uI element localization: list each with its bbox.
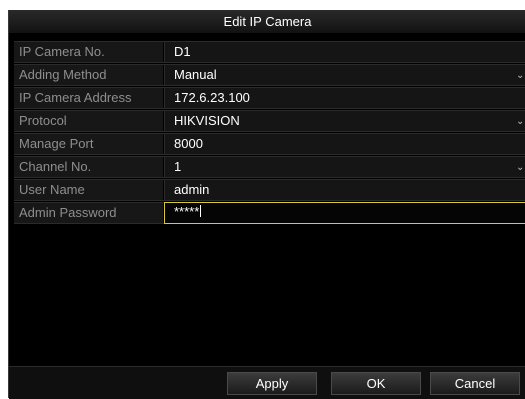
channel-no-value: 1 [174, 159, 182, 174]
apply-button[interactable]: Apply [227, 372, 317, 395]
chevron-down-icon[interactable]: ⌄ [516, 65, 524, 85]
protocol-label: Protocol [14, 111, 163, 131]
password-mask: ***** [174, 204, 200, 219]
ok-button[interactable]: OK [331, 372, 421, 395]
ip-address-input[interactable]: 172.6.23.100 [164, 88, 525, 108]
adding-method-value: Manual [174, 67, 217, 82]
ip-address-label: IP Camera Address [14, 88, 163, 108]
field-row-manage-port: Manage Port 8000 [14, 133, 525, 155]
cancel-button[interactable]: Cancel [430, 372, 520, 395]
camera-no-label: IP Camera No. [14, 42, 163, 62]
adding-method-label: Adding Method [14, 65, 163, 85]
field-row-camera-no: IP Camera No. D1 [14, 41, 525, 63]
field-row-adding-method: Adding Method Manual ⌄ [14, 64, 525, 86]
field-row-user-name: User Name admin [14, 179, 525, 201]
adding-method-select[interactable]: Manual ⌄ [164, 65, 525, 85]
field-row-channel-no: Channel No. 1 ⌄ [14, 156, 525, 178]
dialog-title: Edit IP Camera [9, 10, 525, 33]
camera-no-value: D1 [164, 42, 525, 62]
admin-password-input[interactable]: ***** [164, 202, 525, 224]
edit-ip-camera-dialog: Edit IP Camera IP Camera No. D1 Adding M… [8, 10, 525, 399]
manage-port-input[interactable]: 8000 [164, 134, 525, 154]
text-cursor [200, 205, 202, 217]
user-name-label: User Name [14, 180, 163, 200]
field-row-ip-address: IP Camera Address 172.6.23.100 [14, 87, 525, 109]
chevron-down-icon[interactable]: ⌄ [516, 111, 524, 131]
protocol-value: HIKVISION [174, 113, 240, 128]
admin-password-label: Admin Password [14, 203, 163, 223]
field-row-protocol: Protocol HIKVISION ⌄ [14, 110, 525, 132]
user-name-input[interactable]: admin [164, 180, 525, 200]
form-panel: IP Camera No. D1 Adding Method Manual ⌄ … [9, 33, 525, 366]
dialog-footer: Apply OK Cancel [9, 366, 525, 399]
manage-port-label: Manage Port [14, 134, 163, 154]
chevron-down-icon[interactable]: ⌄ [516, 157, 524, 177]
protocol-select[interactable]: HIKVISION ⌄ [164, 111, 525, 131]
field-row-admin-password: Admin Password ***** [14, 202, 525, 224]
channel-no-label: Channel No. [14, 157, 163, 177]
channel-no-select[interactable]: 1 ⌄ [164, 157, 525, 177]
